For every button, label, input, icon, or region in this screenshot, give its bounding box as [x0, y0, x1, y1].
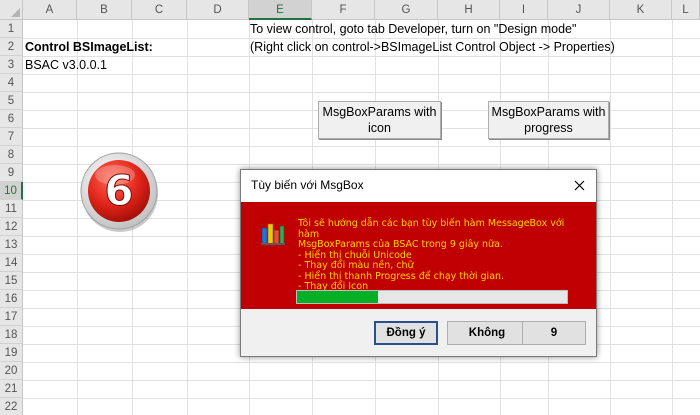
row-header-8[interactable]: 8: [0, 146, 23, 164]
message-line: MsgBoxParams của BSAC trong 9 giây nữa.: [298, 239, 503, 250]
row-header-19[interactable]: 19: [0, 344, 23, 362]
cell-e2-instruction[interactable]: (Right click on control->BSImageList Con…: [250, 38, 615, 56]
column-header-c[interactable]: C: [132, 0, 187, 20]
row-header-6[interactable]: 6: [0, 110, 23, 128]
row-header-13[interactable]: 13: [0, 236, 23, 254]
msgbox-progress-button[interactable]: MsgBoxParams with progress: [488, 101, 609, 139]
progress-fill: [297, 291, 378, 303]
grid-line: [23, 362, 700, 363]
grid-line: [23, 380, 700, 381]
row-header-2[interactable]: 2: [0, 38, 23, 56]
row-header-22[interactable]: 22: [0, 398, 23, 415]
column-header-i[interactable]: I: [500, 0, 548, 20]
message-area: Tôi sẽ hướng dẫn các bạn tùy biến hàm Me…: [241, 202, 596, 309]
row-header-3[interactable]: 3: [0, 56, 23, 74]
msgbox-icon-button[interactable]: MsgBoxParams with icon: [318, 101, 441, 139]
row-header-18[interactable]: 18: [0, 326, 23, 344]
column-header-g[interactable]: G: [375, 0, 438, 20]
row-header-9[interactable]: 9: [0, 164, 23, 182]
select-all-corner[interactable]: [0, 0, 23, 20]
row-header-12[interactable]: 12: [0, 218, 23, 236]
message-line: Tôi sẽ hướng dẫn các bạn tùy biến hàm Me…: [298, 218, 565, 240]
books-chart-icon: [261, 223, 285, 245]
cell-a3-version[interactable]: BSAC v3.0.0.1: [25, 56, 107, 74]
column-header-h[interactable]: H: [438, 0, 500, 20]
row-header-10[interactable]: 10: [0, 182, 23, 200]
grid-line: [23, 56, 700, 57]
msgbox-dialog[interactable]: Tùy biến với MsgBox Tôi sẽ hướng dẫn các…: [240, 169, 597, 357]
no-button[interactable]: Không: [447, 321, 527, 345]
row-header-5[interactable]: 5: [0, 92, 23, 110]
row-header-21[interactable]: 21: [0, 380, 23, 398]
column-header-b[interactable]: B: [77, 0, 132, 20]
row-header-4[interactable]: 4: [0, 74, 23, 92]
cell-e1-instruction[interactable]: To view control, goto tab Developer, tur…: [250, 20, 576, 38]
column-header-d[interactable]: D: [187, 0, 249, 20]
message-line: - Thay đổi màu nền, chữ: [298, 260, 414, 271]
number-badge-icon: 6: [80, 152, 158, 232]
column-header-l[interactable]: L: [672, 0, 700, 20]
dialog-titlebar[interactable]: Tùy biến với MsgBox: [241, 170, 596, 202]
cell-a2-label[interactable]: Control BSImageList:: [25, 38, 153, 56]
column-header-k[interactable]: K: [610, 0, 672, 20]
close-icon: [574, 180, 584, 191]
message-text: Tôi sẽ hướng dẫn các bạn tùy biến hàm Me…: [298, 218, 588, 293]
row-header-15[interactable]: 15: [0, 272, 23, 290]
ok-button[interactable]: Đồng ý: [374, 321, 438, 345]
countdown-button[interactable]: 9: [522, 321, 586, 345]
progress-bar: [296, 290, 568, 304]
column-header-e[interactable]: E: [249, 0, 312, 20]
row-header-11[interactable]: 11: [0, 200, 23, 218]
dialog-title: Tùy biến với MsgBox: [251, 178, 364, 192]
grid-line: [23, 146, 700, 147]
row-header-16[interactable]: 16: [0, 290, 23, 308]
column-header-a[interactable]: A: [23, 0, 77, 20]
row-header-17[interactable]: 17: [0, 308, 23, 326]
row-header-7[interactable]: 7: [0, 128, 23, 146]
column-header-j[interactable]: J: [548, 0, 610, 20]
badge-number: 6: [104, 166, 133, 215]
row-header-20[interactable]: 20: [0, 362, 23, 380]
row-header-14[interactable]: 14: [0, 254, 23, 272]
grid-line: [23, 74, 700, 75]
grid-line: [23, 92, 700, 93]
row-header-1[interactable]: 1: [0, 20, 23, 38]
column-header-f[interactable]: F: [312, 0, 375, 20]
close-button[interactable]: [562, 170, 596, 201]
grid-line: [23, 398, 700, 399]
